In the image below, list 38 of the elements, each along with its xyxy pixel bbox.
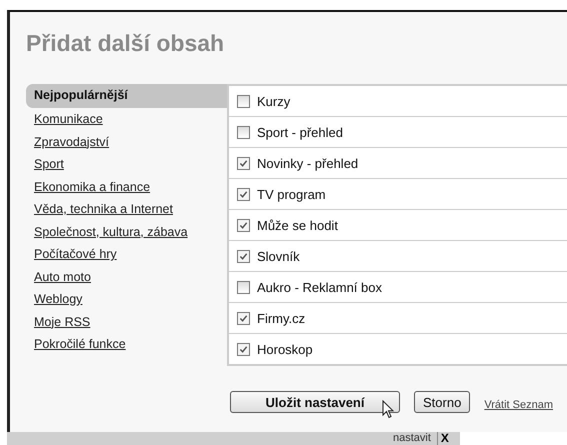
- checkbox[interactable]: [237, 188, 250, 200]
- category-link[interactable]: Komunikace: [26, 108, 227, 130]
- content-option[interactable]: Kurzy: [229, 86, 567, 117]
- checkbox[interactable]: [237, 218, 250, 232]
- checkbox[interactable]: [237, 156, 250, 170]
- settings-link[interactable]: nastavit: [393, 432, 431, 445]
- category-link[interactable]: Weblogy: [26, 288, 227, 310]
- content-option[interactable]: Horoskop: [229, 334, 567, 364]
- category-link[interactable]: Společnost, kultura, zábava: [26, 220, 227, 243]
- category-link[interactable]: Auto moto: [26, 266, 227, 288]
- save-button[interactable]: Uložit nastavení: [230, 391, 400, 413]
- category-link[interactable]: Ekonomika a finance: [26, 176, 227, 198]
- input-field[interactable]: [460, 432, 567, 445]
- category-link[interactable]: Moje RSS: [26, 310, 227, 333]
- checkbox[interactable]: [237, 280, 250, 294]
- content-option[interactable]: Firmy.cz: [229, 303, 567, 334]
- content-option[interactable]: Aukro - Reklamní box: [229, 272, 567, 303]
- category-link[interactable]: Zpravodajství: [26, 130, 227, 153]
- content-option[interactable]: Novinky - přehled: [229, 148, 567, 179]
- dialog-title: Přidat další obsah: [26, 29, 226, 58]
- content-option[interactable]: TV program: [229, 179, 567, 210]
- content-option[interactable]: Může se hodit: [229, 210, 567, 241]
- checkbox[interactable]: [237, 342, 250, 356]
- content-option[interactable]: Sport - přehled: [229, 117, 567, 148]
- category-link[interactable]: Pokročilé funkce: [26, 333, 227, 356]
- cancel-button[interactable]: Storno: [414, 391, 470, 413]
- content-option[interactable]: Slovník: [229, 241, 567, 272]
- checkbox[interactable]: [237, 126, 250, 138]
- checkbox[interactable]: [237, 312, 250, 324]
- close-button[interactable]: X: [436, 432, 452, 445]
- category-link[interactable]: Věda, technika a Internet: [26, 198, 227, 220]
- checkbox[interactable]: [237, 250, 250, 262]
- mouse-pointer-icon: [382, 400, 394, 419]
- restore-link[interactable]: Vrátit Seznam: [484, 399, 553, 411]
- category-link[interactable]: Sport: [26, 153, 227, 176]
- checkbox[interactable]: [237, 94, 250, 108]
- category-link[interactable]: Počítačové hry: [26, 243, 227, 266]
- category-link[interactable]: Nejpopulárnější: [26, 84, 227, 108]
